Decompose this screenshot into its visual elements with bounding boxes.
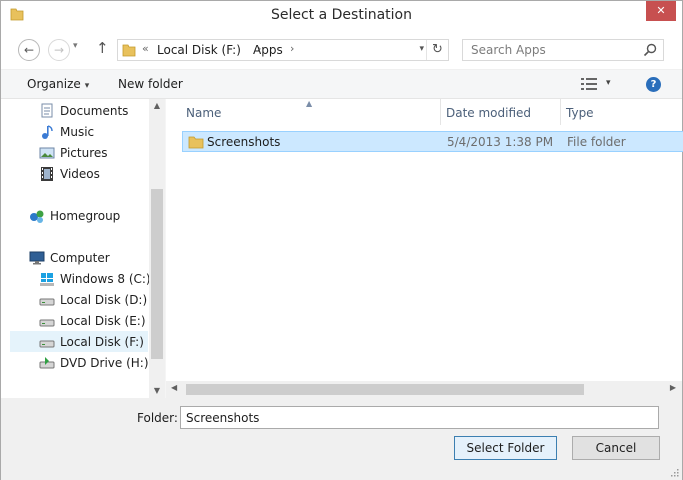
chevron-down-icon: ▾ bbox=[84, 81, 90, 91]
navigation-pane: Documents Music Pictures Videos Homegrou… bbox=[1, 99, 165, 398]
column-divider[interactable] bbox=[440, 99, 441, 125]
sidebar-item-label: Computer bbox=[50, 251, 110, 265]
sidebar-item-label: Videos bbox=[60, 167, 100, 181]
help-icon[interactable]: ? bbox=[646, 77, 661, 92]
folder-icon bbox=[188, 136, 204, 149]
address-bar[interactable]: « Local Disk (F:) › Apps › ▾ ↻ bbox=[117, 39, 449, 61]
drive-icon bbox=[39, 319, 55, 327]
scroll-left-icon[interactable]: ◀ bbox=[171, 383, 177, 392]
address-dropdown-icon[interactable]: ▾ bbox=[419, 44, 424, 54]
scrollbar-thumb[interactable] bbox=[151, 189, 163, 359]
breadcrumb-local-disk-f[interactable]: Local Disk (F:) bbox=[157, 43, 241, 57]
column-header-date-modified[interactable]: Date modified bbox=[446, 106, 531, 120]
scrollbar-thumb[interactable] bbox=[186, 384, 584, 395]
breadcrumb-apps[interactable]: Apps bbox=[253, 43, 283, 57]
resize-grip-icon[interactable] bbox=[669, 467, 679, 477]
drive-icon bbox=[39, 298, 55, 306]
recent-locations-icon[interactable]: ▾ bbox=[73, 41, 78, 51]
sidebar-item-label: Local Disk (F:) bbox=[60, 335, 144, 349]
dvd-drive-icon bbox=[39, 357, 55, 369]
file-list: ▲ Name Date modified Type Screenshots 5/… bbox=[166, 99, 683, 398]
organize-label: Organize bbox=[27, 77, 81, 91]
column-divider[interactable] bbox=[560, 99, 561, 125]
scroll-up-icon[interactable]: ▲ bbox=[149, 101, 165, 110]
folder-label: Folder: bbox=[137, 411, 178, 425]
table-row[interactable]: Screenshots 5/4/2013 1:38 PM File folder bbox=[182, 131, 683, 152]
documents-icon bbox=[41, 103, 53, 118]
sidebar-item-label: Local Disk (D:) bbox=[60, 293, 148, 307]
windows-drive-icon bbox=[40, 273, 54, 286]
search-input[interactable]: Search Apps bbox=[462, 39, 664, 61]
scroll-right-icon[interactable]: ▶ bbox=[670, 383, 676, 392]
view-options-icon[interactable] bbox=[581, 78, 597, 90]
select-destination-dialog: Select a Destination ✕ ← → ▾ ↑ « Local D… bbox=[0, 0, 683, 480]
sidebar-item-label: Pictures bbox=[60, 146, 108, 160]
file-type: File folder bbox=[567, 135, 626, 149]
cancel-button[interactable]: Cancel bbox=[572, 436, 660, 460]
sort-ascending-icon: ▲ bbox=[306, 99, 313, 108]
command-toolbar: Organize ▾ New folder ▾ ? bbox=[1, 69, 682, 99]
column-header-type[interactable]: Type bbox=[566, 106, 594, 120]
sidebar-item-label: Windows 8 (C:) bbox=[60, 272, 151, 286]
sidebar-item-label: Local Disk (E:) bbox=[60, 314, 146, 328]
music-icon bbox=[42, 125, 53, 139]
new-folder-button[interactable]: New folder bbox=[118, 77, 183, 91]
videos-icon bbox=[41, 167, 53, 181]
search-placeholder: Search Apps bbox=[471, 43, 546, 57]
back-button[interactable]: ← bbox=[18, 39, 40, 61]
title-bar: Select a Destination ✕ bbox=[1, 1, 682, 31]
file-list-horizontal-scrollbar[interactable]: ◀ ▶ bbox=[166, 381, 682, 398]
refresh-button[interactable]: ↻ bbox=[426, 40, 448, 60]
navigation-pane-scrollbar[interactable]: ▲ ▼ bbox=[149, 99, 165, 398]
breadcrumb-separator-icon[interactable]: › bbox=[290, 42, 294, 55]
search-icon[interactable] bbox=[643, 43, 657, 57]
address-overflow-icon[interactable]: « bbox=[142, 42, 149, 55]
column-header-name[interactable]: Name bbox=[186, 106, 221, 120]
up-button[interactable]: ↑ bbox=[96, 39, 109, 57]
dialog-footer: Folder: Select Folder Cancel bbox=[1, 398, 682, 480]
homegroup-icon bbox=[30, 210, 44, 223]
folder-name-input[interactable] bbox=[180, 406, 659, 429]
file-name: Screenshots bbox=[207, 135, 281, 149]
sidebar-item-local-disk-f[interactable]: Local Disk (F:) bbox=[10, 331, 148, 352]
computer-icon bbox=[29, 251, 45, 265]
scroll-down-icon[interactable]: ▼ bbox=[149, 386, 165, 395]
close-button[interactable]: ✕ bbox=[646, 1, 676, 21]
organize-button[interactable]: Organize ▾ bbox=[27, 77, 89, 91]
folder-icon bbox=[122, 44, 136, 57]
pictures-icon bbox=[39, 147, 55, 159]
sidebar-item-label: Homegroup bbox=[50, 209, 121, 223]
forward-button[interactable]: → bbox=[48, 39, 70, 61]
window-title: Select a Destination bbox=[270, 7, 412, 23]
drive-icon bbox=[39, 340, 55, 348]
select-folder-button[interactable]: Select Folder bbox=[454, 436, 557, 460]
file-date-modified: 5/4/2013 1:38 PM bbox=[447, 135, 554, 149]
sidebar-item-label: Documents bbox=[60, 104, 129, 118]
sidebar-item-label: Music bbox=[60, 125, 95, 139]
navigation-bar: ← → ▾ ↑ « Local Disk (F:) › Apps › ▾ ↻ S… bbox=[1, 31, 682, 69]
view-dropdown-icon[interactable]: ▾ bbox=[606, 78, 611, 88]
